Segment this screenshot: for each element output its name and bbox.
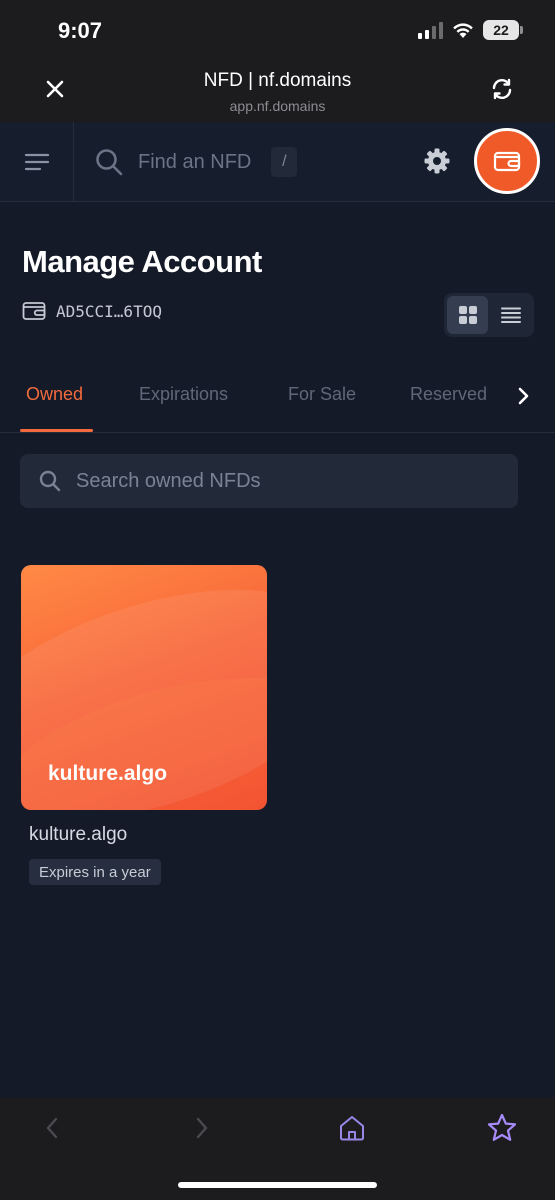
home-icon	[340, 1116, 364, 1141]
menu-icon	[24, 153, 49, 170]
page-title: Manage Account	[22, 244, 262, 279]
nfd-name[interactable]: kulture.algo	[29, 824, 127, 846]
home-button[interactable]	[334, 1110, 370, 1146]
tab-owned[interactable]: Owned	[26, 384, 83, 405]
bookmark-button[interactable]	[484, 1110, 520, 1146]
browser-url: app.nf.domains	[229, 98, 326, 114]
owned-nfd-search-input[interactable]: Search owned NFDs	[20, 454, 518, 508]
search-shortcut-badge: /	[271, 147, 298, 177]
menu-button[interactable]	[0, 122, 74, 201]
browser-page-title: NFD | nf.domains	[203, 70, 352, 91]
wallet-button[interactable]	[474, 128, 540, 194]
account-tabs: Owned Expirations For Sale Reserved	[0, 360, 555, 433]
list-view-button[interactable]	[490, 296, 531, 334]
tab-expirations[interactable]: Expirations	[139, 384, 228, 405]
home-indicator	[178, 1182, 377, 1188]
nfd-card-label: kulture.algo	[48, 762, 168, 785]
nfd-search-input[interactable]: Find an NFD /	[94, 142, 298, 182]
account-address-row[interactable]: AD5CCI…6TOQ	[22, 300, 162, 322]
wallet-icon	[493, 151, 521, 172]
chevron-right-icon	[518, 387, 529, 405]
app-navbar: Find an NFD /	[0, 122, 555, 202]
refresh-button[interactable]	[485, 72, 519, 106]
list-view-icon	[500, 307, 521, 323]
owned-search-placeholder: Search owned NFDs	[76, 469, 261, 492]
status-time: 9:07	[58, 18, 103, 43]
refresh-icon	[492, 78, 512, 100]
nav-search-placeholder: Find an NFD	[138, 150, 252, 173]
tabs-scroll-right-button[interactable]	[512, 384, 534, 408]
grid-view-button[interactable]	[447, 296, 488, 334]
wallet-icon	[22, 302, 46, 320]
back-icon	[46, 1117, 58, 1139]
battery-icon: 22	[483, 20, 523, 40]
wifi-icon	[453, 23, 473, 38]
search-icon	[96, 149, 123, 176]
expiration-badge: Expires in a year	[29, 859, 161, 885]
grid-view-icon	[458, 306, 477, 324]
search-icon	[39, 470, 61, 492]
forward-button[interactable]	[184, 1110, 220, 1146]
browser-header: 9:07 22 NFD | nf.domains app.nf.domains	[0, 0, 555, 122]
tab-reserved[interactable]: Reserved	[410, 384, 487, 405]
forward-icon	[196, 1117, 208, 1139]
settings-button[interactable]	[420, 144, 454, 178]
account-address: AD5CCI…6TOQ	[56, 301, 162, 321]
back-button[interactable]	[34, 1110, 70, 1146]
tab-for-sale[interactable]: For Sale	[288, 384, 356, 405]
view-toggle	[444, 293, 534, 337]
gear-icon	[424, 148, 450, 174]
star-icon	[487, 1113, 517, 1141]
nfd-card-image[interactable]: kulture.algo	[21, 565, 267, 810]
cellular-signal-icon	[418, 21, 443, 39]
active-tab-indicator	[20, 429, 93, 432]
status-icons: 22	[418, 20, 523, 40]
